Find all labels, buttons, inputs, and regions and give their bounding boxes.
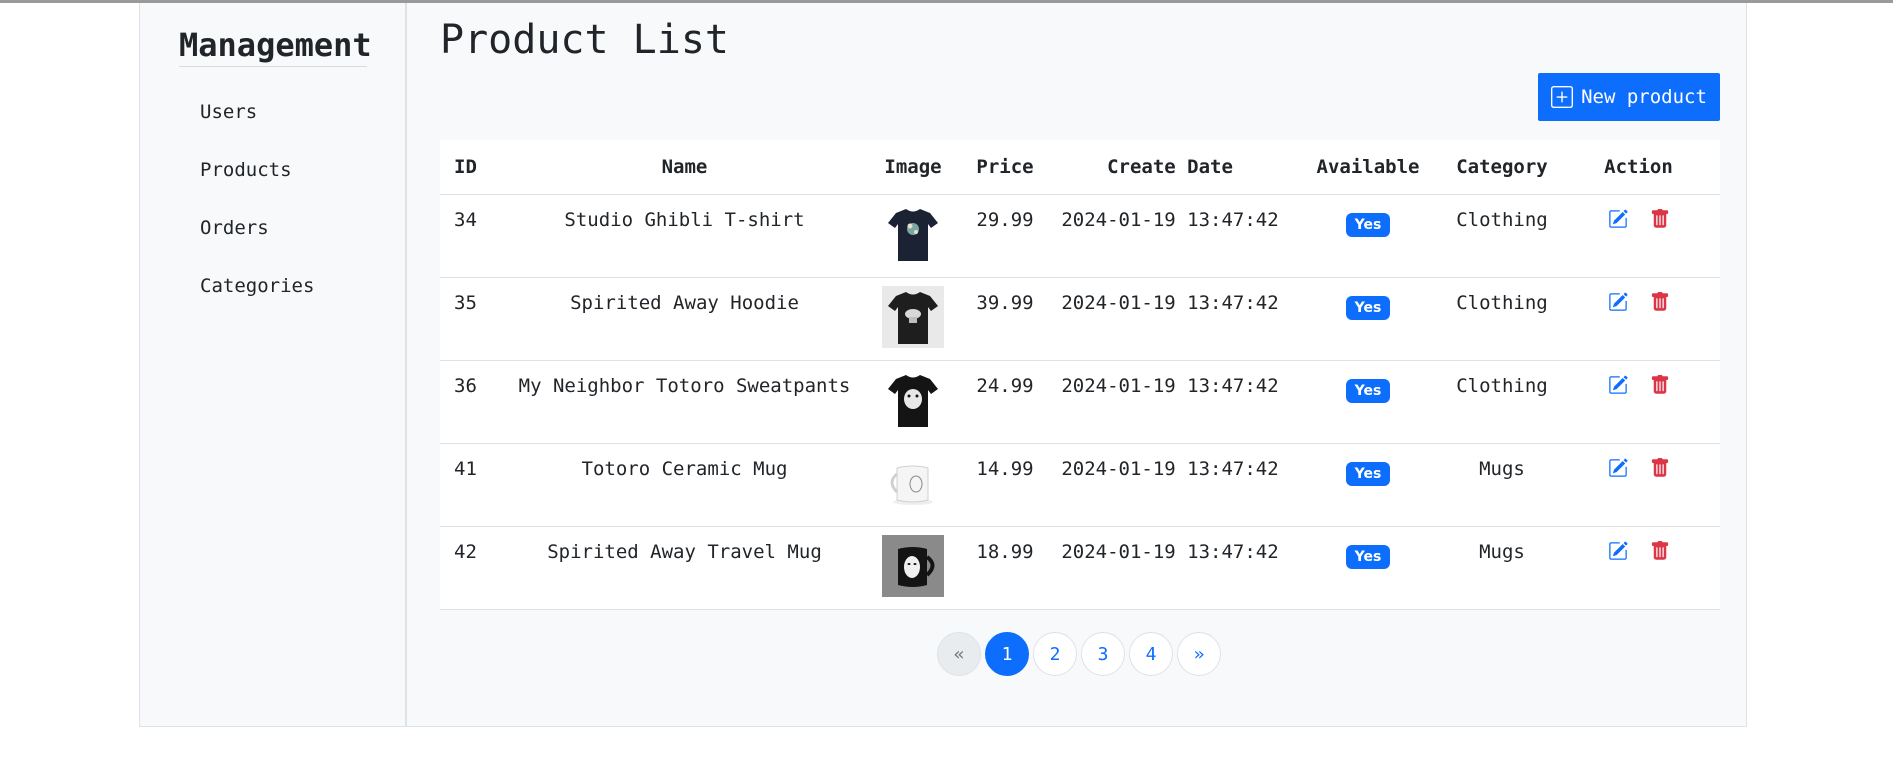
cell-name: My Neighbor Totoro Sweatpants bbox=[502, 360, 867, 444]
col-header-available: Available bbox=[1289, 140, 1447, 195]
sidebar-title: Management bbox=[179, 26, 372, 67]
pagination-page-2[interactable]: 2 bbox=[1033, 632, 1077, 676]
cell-create-date: 2024-01-19 13:47:42 bbox=[1051, 526, 1289, 610]
table-row: 36 My Neighbor Totoro Sweatpants 24.99 2… bbox=[440, 360, 1720, 444]
edit-icon[interactable] bbox=[1608, 375, 1628, 395]
new-product-button[interactable]: New product bbox=[1538, 73, 1720, 121]
edit-icon[interactable] bbox=[1608, 292, 1628, 312]
cell-available: Yes bbox=[1289, 194, 1447, 278]
cell-create-date: 2024-01-19 13:47:42 bbox=[1051, 277, 1289, 361]
pagination-page-3[interactable]: 3 bbox=[1081, 632, 1125, 676]
cell-actions bbox=[1557, 194, 1720, 278]
available-badge: Yes bbox=[1345, 545, 1391, 569]
pagination-page-1[interactable]: 1 bbox=[985, 632, 1029, 676]
cell-price: 18.99 bbox=[959, 526, 1051, 610]
cell-image bbox=[867, 277, 959, 361]
cell-available: Yes bbox=[1289, 277, 1447, 361]
table-row: 34 Studio Ghibli T-shirt 29.99 2024-01-1… bbox=[440, 194, 1720, 278]
pagination-prev-button[interactable]: « bbox=[937, 632, 981, 676]
col-header-category: Category bbox=[1447, 140, 1557, 195]
cell-category: Mugs bbox=[1447, 526, 1557, 610]
product-table-wrapper: ID Name Image Price Create Date Availabl… bbox=[440, 140, 1720, 610]
trash-icon[interactable] bbox=[1650, 375, 1670, 395]
pagination-next-button[interactable]: » bbox=[1177, 632, 1221, 676]
cell-price: 14.99 bbox=[959, 443, 1051, 527]
cell-create-date: 2024-01-19 13:47:42 bbox=[1051, 443, 1289, 527]
sidebar: Management Users Products Orders Categor… bbox=[140, 3, 407, 726]
cell-actions bbox=[1557, 360, 1720, 444]
cell-create-date: 2024-01-19 13:47:42 bbox=[1051, 360, 1289, 444]
edit-icon[interactable] bbox=[1608, 458, 1628, 478]
pagination: « 1 2 3 4 » bbox=[937, 632, 1221, 676]
black-tshirt-image bbox=[882, 286, 944, 348]
cell-id: 36 bbox=[440, 360, 502, 444]
cell-available: Yes bbox=[1289, 360, 1447, 444]
plus-square-icon bbox=[1551, 86, 1574, 108]
available-badge: Yes bbox=[1345, 462, 1391, 486]
main-content: Product List New product ID Name Image P… bbox=[440, 3, 1720, 726]
cell-category: Clothing bbox=[1447, 360, 1557, 444]
cell-name: Totoro Ceramic Mug bbox=[502, 443, 867, 527]
cell-id: 41 bbox=[440, 443, 502, 527]
cell-price: 29.99 bbox=[959, 194, 1051, 278]
edit-icon[interactable] bbox=[1608, 541, 1628, 561]
cell-id: 34 bbox=[440, 194, 502, 278]
table-row: 42 Spirited Away Travel Mug 18.99 2024-0… bbox=[440, 526, 1720, 610]
trash-icon[interactable] bbox=[1650, 541, 1670, 561]
cell-price: 39.99 bbox=[959, 277, 1051, 361]
table-row: 35 Spirited Away Hoodie 39.99 2024-01-19 bbox=[440, 277, 1720, 361]
trash-icon[interactable] bbox=[1650, 209, 1670, 229]
cell-image bbox=[867, 360, 959, 444]
col-header-id: ID bbox=[440, 140, 502, 195]
cell-image bbox=[867, 526, 959, 610]
cell-price: 24.99 bbox=[959, 360, 1051, 444]
cell-id: 35 bbox=[440, 277, 502, 361]
col-header-price: Price bbox=[959, 140, 1051, 195]
col-header-action: Action bbox=[1557, 140, 1720, 195]
navy-tshirt-image bbox=[882, 203, 944, 265]
sidebar-item-orders[interactable]: Orders bbox=[200, 217, 269, 239]
col-header-name: Name bbox=[502, 140, 867, 195]
cell-id: 42 bbox=[440, 526, 502, 610]
cell-create-date: 2024-01-19 13:47:42 bbox=[1051, 194, 1289, 278]
edit-icon[interactable] bbox=[1608, 209, 1628, 229]
cell-actions bbox=[1557, 526, 1720, 610]
cell-image bbox=[867, 443, 959, 527]
cell-available: Yes bbox=[1289, 443, 1447, 527]
product-table: ID Name Image Price Create Date Availabl… bbox=[440, 140, 1720, 610]
black-tshirt-totoro-image bbox=[882, 369, 944, 431]
cell-actions bbox=[1557, 443, 1720, 527]
pagination-page-4[interactable]: 4 bbox=[1129, 632, 1173, 676]
cell-name: Spirited Away Hoodie bbox=[502, 277, 867, 361]
trash-icon[interactable] bbox=[1650, 458, 1670, 478]
cell-name: Spirited Away Travel Mug bbox=[502, 526, 867, 610]
cell-name: Studio Ghibli T-shirt bbox=[502, 194, 867, 278]
sidebar-item-users[interactable]: Users bbox=[200, 101, 257, 123]
sidebar-item-categories[interactable]: Categories bbox=[200, 275, 314, 297]
cell-image bbox=[867, 194, 959, 278]
cell-actions bbox=[1557, 277, 1720, 361]
page-title: Product List bbox=[440, 17, 729, 63]
table-header-row: ID Name Image Price Create Date Availabl… bbox=[440, 140, 1720, 195]
black-mug-image bbox=[882, 535, 944, 597]
cell-available: Yes bbox=[1289, 526, 1447, 610]
col-header-create-date: Create Date bbox=[1051, 140, 1289, 195]
new-product-label: New product bbox=[1581, 86, 1707, 108]
app-container: Management Users Products Orders Categor… bbox=[139, 3, 1747, 727]
cell-category: Clothing bbox=[1447, 277, 1557, 361]
available-badge: Yes bbox=[1345, 296, 1391, 320]
cell-category: Mugs bbox=[1447, 443, 1557, 527]
sidebar-item-products[interactable]: Products bbox=[200, 159, 292, 181]
trash-icon[interactable] bbox=[1650, 292, 1670, 312]
table-row: 41 Totoro Ceramic Mug 14.99 2024-01-19 1… bbox=[440, 443, 1720, 527]
cell-category: Clothing bbox=[1447, 194, 1557, 278]
available-badge: Yes bbox=[1345, 213, 1391, 237]
white-mug-image bbox=[882, 452, 944, 514]
col-header-image: Image bbox=[867, 140, 959, 195]
available-badge: Yes bbox=[1345, 379, 1391, 403]
